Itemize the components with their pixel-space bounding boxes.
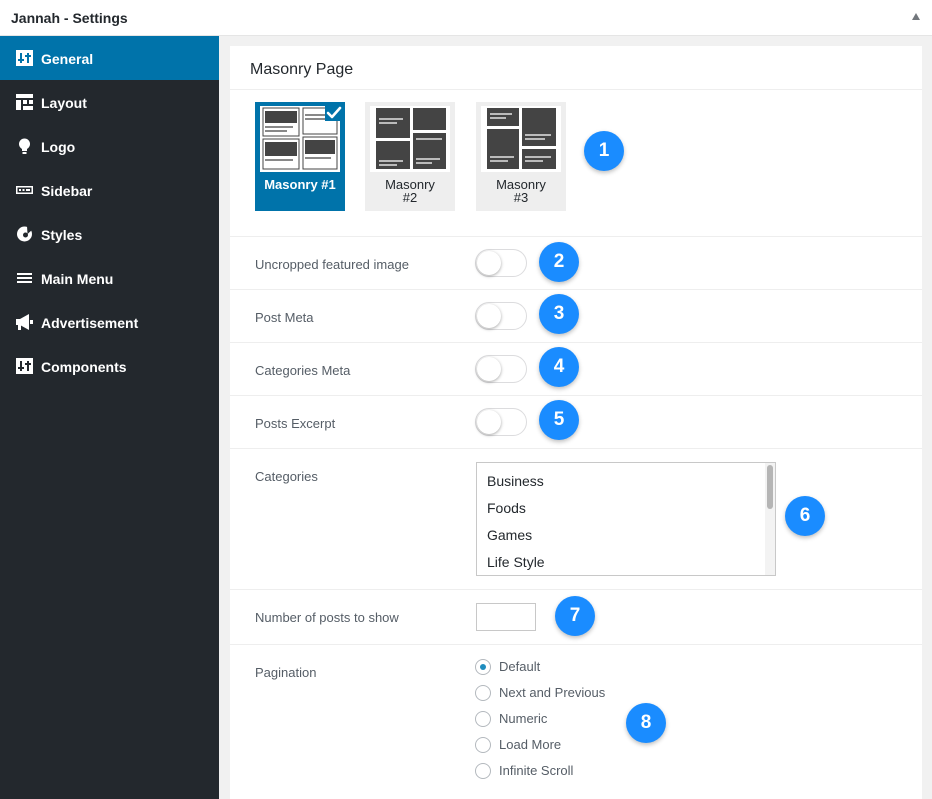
posts-count-label: Number of posts to show [255,610,399,625]
toggle-knob [477,251,501,275]
lightbulb-icon [19,138,30,154]
masonry-2-thumbnail-icon [370,106,450,172]
radio-selected-dot [480,664,486,670]
categories-select[interactable]: Business Foods Games Life Style [476,462,776,576]
post-meta-toggle[interactable] [475,302,527,330]
sidebar-item-label: General [41,51,94,67]
divider [230,289,922,290]
sidebar-item-label: Logo [41,139,76,155]
categories-scrollbar-thumb[interactable] [767,465,773,509]
section-title: Masonry Page [250,61,354,78]
palette-icon [17,226,32,242]
divider [230,236,922,237]
menu-icon [17,273,32,283]
window-titlebar: Jannah - Settings [0,0,932,36]
layout-option-masonry-1[interactable]: Masonry #1 [255,102,345,211]
sidebar-item-components[interactable]: Components [0,344,219,388]
sidebar-item-layout[interactable]: Layout [0,80,219,124]
radio-circle [475,737,491,753]
sidebar-item-logo[interactable]: Logo [0,124,219,168]
posts-count-input[interactable] [476,603,536,631]
divider [230,644,922,645]
posts-excerpt-toggle[interactable] [475,408,527,436]
callout-badge-8: 8 [626,703,666,743]
sidebar-item-label: Main Menu [41,271,114,287]
categories-meta-toggle[interactable] [475,355,527,383]
category-option[interactable]: Games [487,527,532,543]
post-meta-label: Post Meta [255,310,314,325]
radio-circle [475,685,491,701]
masonry-3-thumbnail-icon [481,106,561,172]
callout-badge-2: 2 [539,242,579,282]
collapse-arrow-icon[interactable] [912,13,920,20]
window-title: Jannah - Settings [11,10,128,26]
category-option[interactable]: Foods [487,500,526,516]
posts-excerpt-label: Posts Excerpt [255,416,336,431]
category-option[interactable]: Business [487,473,544,489]
callout-badge-6: 6 [785,496,825,536]
radio-label: Numeric [499,711,548,726]
divider [230,89,922,90]
radio-circle [475,659,491,675]
radio-circle [475,763,491,779]
uncropped-featured-image-label: Uncropped featured image [255,257,409,272]
callout-badge-7: 7 [555,596,595,636]
sidebar-item-advertisement[interactable]: Advertisement [0,300,219,344]
layout-option-label: Masonry #1 [264,177,336,192]
layout-option-label: Masonry #2 [385,177,435,205]
pagination-label: Pagination [255,665,317,680]
sidebar-item-label: Layout [41,95,87,111]
callout-badge-4: 4 [539,347,579,387]
radio-label: Infinite Scroll [499,763,574,778]
divider [230,395,922,396]
radio-circle [475,711,491,727]
divider [230,342,922,343]
radio-label: Load More [499,737,562,752]
divider [230,448,922,449]
toggle-knob [477,304,501,328]
settings-sidebar: General Layout Logo Sidebar Styles Main … [0,36,219,799]
callout-badge-5: 5 [539,400,579,440]
sidebar-item-label: Components [41,359,127,375]
radio-label: Next and Previous [499,685,606,700]
uncropped-featured-image-toggle[interactable] [475,249,527,277]
divider [230,589,922,590]
callout-badge-3: 3 [539,294,579,334]
megaphone-icon [16,314,33,330]
radio-label: Default [499,659,541,674]
general-icon [16,50,33,66]
category-option[interactable]: Life Style [487,554,545,570]
layout-option-masonry-2[interactable]: Masonry #2 [365,102,455,211]
checkmark-icon [325,105,343,121]
callout-badge-1: 1 [584,131,624,171]
sidebar-icon [16,186,33,194]
sidebar-item-general[interactable]: General [0,36,219,80]
sidebar-item-label: Advertisement [41,315,139,331]
layout-option-masonry-3[interactable]: Masonry #3 [476,102,566,211]
categories-meta-label: Categories Meta [255,363,351,378]
sidebar-item-main-menu[interactable]: Main Menu [0,256,219,300]
categories-label: Categories [255,469,318,484]
sidebar-item-sidebar[interactable]: Sidebar [0,168,219,212]
sidebar-item-styles[interactable]: Styles [0,212,219,256]
components-icon [16,358,33,374]
layout-option-label: Masonry #3 [496,177,546,205]
layout-icon [16,94,33,110]
sidebar-item-label: Sidebar [41,183,93,199]
toggle-knob [477,410,501,434]
toggle-knob [477,357,501,381]
sidebar-item-label: Styles [41,227,83,243]
